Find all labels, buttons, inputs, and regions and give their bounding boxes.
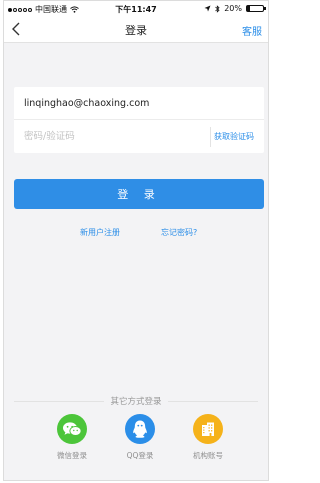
location-arrow-icon (204, 5, 211, 12)
divider (210, 127, 211, 147)
password-input[interactable] (24, 128, 204, 144)
forgot-password-link[interactable]: 忘记密码? (161, 227, 197, 238)
account-input[interactable] (24, 95, 204, 111)
status-right: 20% (204, 4, 266, 13)
register-link[interactable]: 新用户注册 (80, 227, 120, 238)
qq-login-label: QQ登录 (126, 451, 154, 460)
other-login-header: 其它方式登录 (14, 395, 258, 407)
battery-fill (247, 6, 251, 11)
battery-percent: 20% (224, 4, 242, 13)
divider (168, 401, 258, 402)
page-title: 登录 (125, 24, 147, 37)
status-bar: 中国联通 下午11:47 20% (4, 1, 268, 17)
login-button[interactable]: 登 录 (14, 179, 264, 209)
customer-service-button[interactable]: 客服 (242, 23, 262, 38)
account-row (14, 87, 264, 120)
qq-icon (125, 414, 155, 444)
bluetooth-icon (215, 4, 220, 13)
wechat-login-button[interactable]: 微信登录 (52, 414, 92, 461)
qq-login-button[interactable]: QQ登录 (120, 414, 160, 461)
password-row: 获取验证码 (14, 120, 264, 153)
wechat-icon (57, 414, 87, 444)
battery-icon (246, 5, 266, 12)
building-icon (193, 414, 223, 444)
get-code-button[interactable]: 获取验证码 (214, 131, 254, 142)
login-form: 获取验证码 (14, 87, 264, 153)
wechat-login-label: 微信登录 (57, 451, 87, 460)
nav-bar: 登录 客服 (4, 17, 268, 43)
login-screen: 中国联通 下午11:47 20% 登录 客服 linqinghao@chaoxi… (3, 0, 269, 481)
institution-login-button[interactable]: 机构账号 (188, 414, 228, 461)
institution-login-label: 机构账号 (193, 451, 223, 460)
